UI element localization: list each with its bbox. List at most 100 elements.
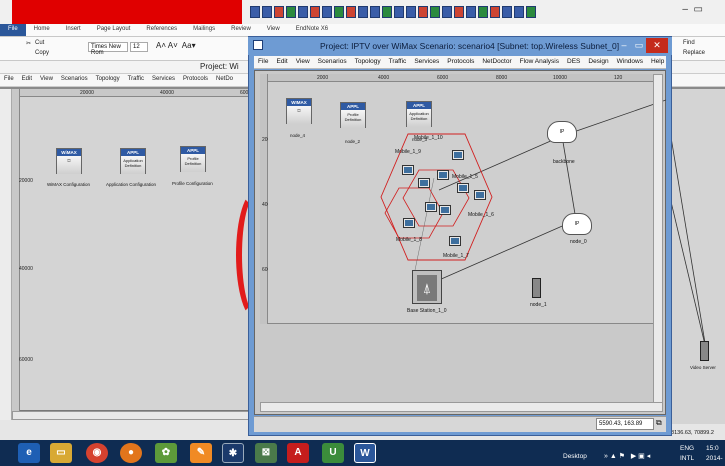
tray-arrows-icon[interactable]: » ▲ ⚑ ▶ ▣ ◂ (604, 452, 650, 460)
mobile-node[interactable] (418, 178, 430, 188)
bg-menu-view[interactable]: View (36, 74, 57, 86)
profile-config-node[interactable]: APPL Profile Definition (180, 146, 206, 172)
mobile-node[interactable] (457, 183, 469, 193)
wimax-config-node[interactable]: WiMAX ⛫ (56, 148, 82, 174)
paint-icon[interactable]: ✎ (190, 443, 212, 463)
tab-references[interactable]: References (138, 24, 185, 36)
laptop-icon (425, 202, 437, 212)
mobile-node[interactable] (474, 190, 486, 200)
video-server-icon[interactable] (700, 341, 709, 361)
menu-traffic[interactable]: Traffic (385, 56, 411, 68)
bg-project-workspace[interactable] (12, 89, 252, 411)
riverbed-icon[interactable]: ✱ (222, 443, 244, 463)
mobile-node[interactable] (452, 150, 464, 160)
bg-menu-services[interactable]: Services (148, 74, 179, 86)
left-scroll-strip[interactable] (0, 89, 12, 429)
tab-insert[interactable]: Insert (58, 24, 89, 36)
mobile-node[interactable] (437, 170, 449, 180)
tab-mailings[interactable]: Mailings (185, 24, 223, 36)
app-icon-green[interactable]: ✿ (155, 443, 177, 463)
replace-button[interactable]: Replace (683, 50, 705, 56)
tab-endnote[interactable]: EndNote X6 (288, 24, 336, 36)
menu-file[interactable]: File (254, 56, 272, 68)
firefox-icon[interactable]: ● (120, 443, 142, 463)
scissors-icon[interactable]: ✂ (26, 40, 31, 47)
menu-des[interactable]: DES (563, 56, 584, 68)
font-size-box[interactable]: 12 (130, 42, 148, 52)
node-header: WIMAX (287, 99, 311, 106)
server-label: node_1 (530, 302, 547, 308)
copy-button[interactable]: Copy (35, 50, 49, 56)
bg-menu-file[interactable]: File (0, 74, 18, 86)
folder-icon[interactable]: ▭ (50, 443, 72, 463)
tab-page-layout[interactable]: Page Layout (89, 24, 139, 36)
ip-cloud-node[interactable]: IP (562, 213, 592, 235)
bg-menu-edit[interactable]: Edit (18, 74, 36, 86)
application-config-node[interactable]: APPL Application Definition (406, 101, 432, 127)
horizontal-scrollbar[interactable] (260, 402, 663, 412)
node-label: Application Configuration (106, 182, 157, 187)
quick-access-toolbar[interactable] (250, 6, 536, 20)
chrome-icon[interactable]: ◉ (86, 443, 108, 463)
close-button[interactable]: ✕ (646, 38, 668, 53)
server-icon[interactable] (532, 278, 541, 298)
word-minimize-icon[interactable]: – ▭ (682, 4, 703, 15)
language-layout[interactable]: INTL (680, 455, 694, 462)
bg-horizontal-scrollbar[interactable] (12, 411, 252, 420)
mobile-node[interactable] (449, 236, 461, 246)
word-icon[interactable]: W (354, 443, 376, 463)
bg-workspace-right[interactable]: Video Server (668, 89, 725, 424)
word-title-accent (12, 0, 242, 24)
bg-menu-topology[interactable]: Topology (92, 74, 124, 86)
bg-menu-netdoctor[interactable]: NetDo (212, 74, 237, 86)
menu-netdoctor[interactable]: NetDoctor (478, 56, 515, 68)
base-station-node[interactable]: ⍋ (412, 270, 442, 304)
profile-config-node[interactable]: APPL Profile Definition (340, 102, 366, 128)
clock-time[interactable]: 15:0 (706, 445, 719, 452)
menu-scenarios[interactable]: Scenarios (314, 56, 351, 68)
font-name-box[interactable]: Times New Rom (88, 42, 128, 56)
language-indicator[interactable]: ENG (680, 445, 694, 452)
tab-home[interactable]: Home (26, 24, 58, 36)
bg-menu-traffic[interactable]: Traffic (124, 74, 148, 86)
tab-view[interactable]: View (259, 24, 288, 36)
cut-button[interactable]: Cut (35, 40, 44, 46)
wimax-config-node[interactable]: WIMAX ⛫ (286, 98, 312, 124)
menu-topology[interactable]: Topology (351, 56, 385, 68)
mobile-node[interactable] (403, 218, 415, 228)
menu-services[interactable]: Services (410, 56, 443, 68)
tab-review[interactable]: Review (223, 24, 259, 36)
resize-grip-icon[interactable]: ⧉ (656, 418, 662, 428)
menu-help[interactable]: Help (647, 56, 668, 68)
front-window-title: Project: IPTV over WiMax Scenario: scena… (320, 41, 620, 51)
mobile-node[interactable] (402, 165, 414, 175)
bg-menu-protocols[interactable]: Protocols (179, 74, 212, 86)
menu-edit[interactable]: Edit (272, 56, 291, 68)
vertical-scrollbar[interactable] (653, 74, 663, 404)
menu-protocols[interactable]: Protocols (443, 56, 478, 68)
application-config-node[interactable]: APPL Application Definition (120, 148, 146, 174)
grow-font-icon[interactable]: A˄ A˅ Aa▾ (156, 41, 196, 50)
mobile-node[interactable] (425, 202, 437, 212)
menu-design[interactable]: Design (584, 56, 612, 68)
bg-ruler-y-label: 60000 (19, 357, 33, 363)
mobile-node[interactable] (439, 205, 451, 215)
laptop-icon (452, 150, 464, 160)
ie-icon[interactable]: e (18, 443, 40, 463)
pdf-icon[interactable]: A (287, 443, 309, 463)
bg-menu-scenarios[interactable]: Scenarios (57, 74, 92, 86)
minimize-button[interactable]: – (616, 38, 632, 53)
excel-like-icon[interactable]: ⊠ (255, 443, 277, 463)
tab-file[interactable]: File (0, 24, 26, 36)
bg-ruler-y-label: 40000 (19, 266, 33, 272)
menu-windows[interactable]: Windows (613, 56, 647, 68)
upwork-icon[interactable]: U (322, 443, 344, 463)
backbone-cloud-node[interactable]: IP (547, 121, 577, 143)
find-button[interactable]: Find (683, 40, 695, 46)
app-icon[interactable] (253, 40, 263, 50)
maximize-button[interactable]: ▭ (632, 38, 646, 53)
menu-view[interactable]: View (292, 56, 314, 68)
clock-date[interactable]: 2014- (706, 455, 723, 462)
desktop-toolbar[interactable]: Desktop (563, 453, 587, 460)
menu-flow-analysis[interactable]: Flow Analysis (516, 56, 563, 68)
